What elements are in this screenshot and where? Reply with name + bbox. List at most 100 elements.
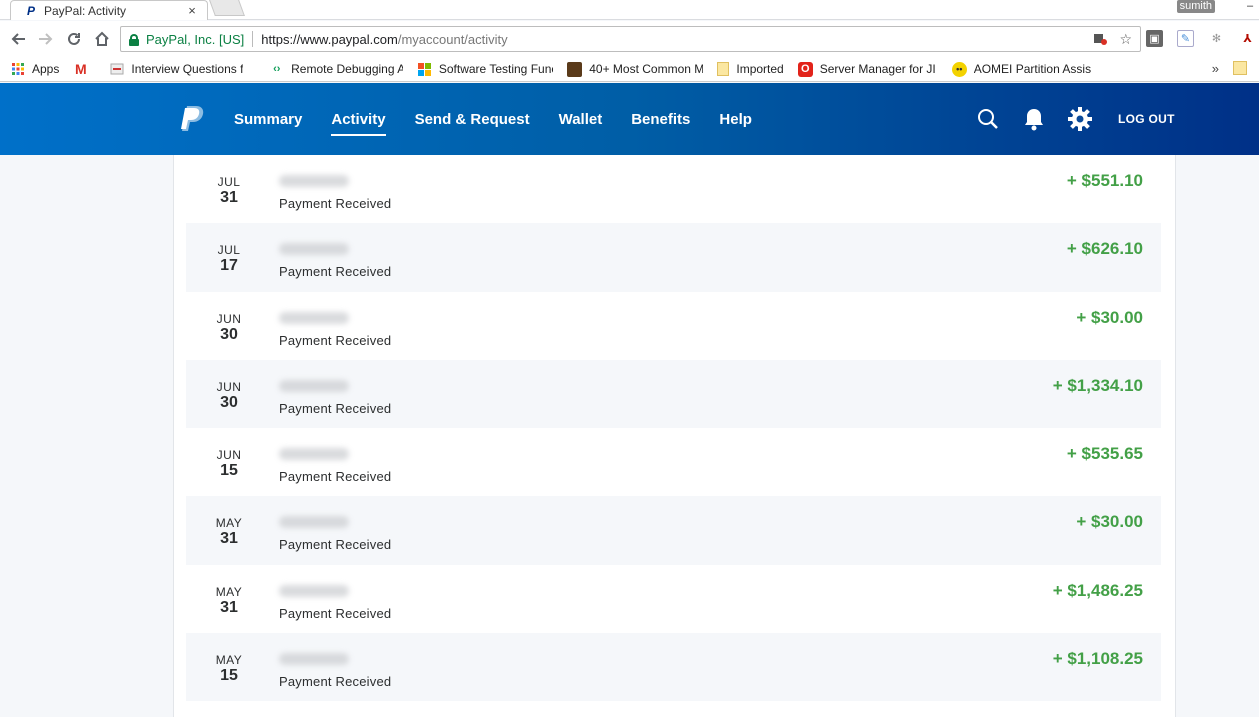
transaction-description: Payment Received (279, 264, 392, 280)
url-text: https://www.paypal.com/myaccount/activit… (261, 31, 508, 47)
blurred-payer-name (279, 175, 349, 187)
bookmark-remote-debugging[interactable]: ‹› Remote Debugging A (269, 59, 403, 79)
bookmarks-bar: Apps M Interview Questions f ‹› Remote D… (0, 57, 1259, 82)
aomei-icon: •• (951, 61, 967, 77)
blurred-payer-name (279, 448, 349, 461)
nav-activity[interactable]: Activity (331, 83, 386, 155)
transaction-row[interactable]: JUN 15 Payment Received + $535.65 (186, 428, 1161, 496)
nav-benefits[interactable]: Benefits (631, 83, 690, 155)
devtools-icon: ‹› (273, 63, 281, 75)
transaction-description: Payment Received (279, 196, 392, 211)
bookmark-aomei[interactable]: •• AOMEI Partition Assis (951, 59, 1092, 79)
nav-send-request[interactable]: Send & Request (415, 83, 530, 155)
extension-note-icon[interactable]: ✎ (1177, 30, 1194, 47)
bookmark-folder-imported[interactable]: Imported (717, 59, 784, 79)
transaction-date: MAY 31 (215, 584, 243, 616)
secure-lock-icon (129, 33, 139, 46)
transaction-amount: + $30.00 (1076, 512, 1143, 532)
bookmark-server-manager[interactable]: O Server Manager for JI (797, 59, 938, 79)
minimize-window-icon[interactable]: – (1241, 0, 1259, 12)
nav-help[interactable]: Help (719, 83, 752, 155)
transaction-description: Payment Received (279, 469, 392, 485)
browser-toolbar: PayPal, Inc. [US] https://www.paypal.com… (0, 21, 1259, 57)
transaction-row[interactable]: JUN 30 Payment Received + $30.00 (186, 292, 1161, 360)
transaction-amount: + $30.00 (1076, 307, 1143, 327)
bookmark-gmail[interactable]: M (73, 59, 95, 79)
address-divider (252, 31, 254, 47)
activity-panel: JUL 31 Payment Received + $551.10 JUL 17 P… (173, 155, 1176, 717)
transaction-row[interactable]: JUN 30 Payment Received + $1,334.10 (186, 359, 1161, 429)
oracle-icon: O (797, 61, 813, 77)
bookmark-interview-questions[interactable]: Interview Questions f (109, 59, 255, 79)
transaction-row[interactable]: MAY 31 Payment Received + $30.00 (186, 496, 1161, 565)
search-icon[interactable] (976, 107, 1000, 131)
site-icon (567, 61, 583, 77)
blurred-payer-name (279, 516, 349, 529)
other-bookmarks-folder-icon[interactable] (1233, 61, 1247, 75)
transaction-amount: + $1,108.25 (1052, 649, 1143, 669)
transaction-description: Payment Received (279, 332, 392, 348)
paypal-header: Summary Activity Send & Request Wallet B… (0, 83, 1259, 155)
page-icon (109, 62, 124, 77)
extension-puzzle-icon[interactable] (1093, 31, 1108, 48)
transaction-date: JUL 17 (217, 243, 241, 275)
more-bookmarks-chevron-icon[interactable]: » (1212, 61, 1219, 76)
extension-pocket-icon[interactable]: ▣ (1146, 30, 1163, 47)
transaction-date: MAY 31 (215, 516, 243, 548)
bookmark-star-icon[interactable]: ☆ (1119, 31, 1132, 48)
transaction-amount: + $1,334.10 (1052, 375, 1143, 395)
nav-summary[interactable]: Summary (234, 83, 302, 155)
windows-icon (417, 62, 432, 77)
transaction-description: Payment Received (279, 400, 392, 416)
close-tab-icon[interactable]: × (185, 3, 199, 18)
browser-tab-strip: P PayPal: Activity × sumith – (0, 0, 1259, 20)
profile-name[interactable]: sumith (1176, 0, 1215, 13)
back-arrow-icon[interactable] (6, 27, 30, 51)
notification-bell-icon[interactable] (1022, 107, 1046, 131)
paypal-main-nav: Summary Activity Send & Request Wallet B… (234, 83, 781, 155)
reload-icon[interactable] (62, 27, 86, 51)
transaction-list: JUL 31 Payment Received + $551.10 JUL 17 P… (186, 155, 1161, 702)
transaction-amount: + $1,486.25 (1052, 580, 1143, 600)
blurred-payer-name (279, 653, 349, 666)
blurred-payer-name (279, 311, 349, 324)
browser-tab[interactable]: P PayPal: Activity × (10, 0, 208, 20)
transaction-row[interactable]: MAY 15 Payment Received + $1,108.25 (186, 633, 1161, 702)
transaction-date: JUL 31 (217, 175, 241, 206)
new-tab-button[interactable] (209, 0, 245, 16)
ev-certificate-name: PayPal, Inc. [US] (146, 31, 245, 47)
transaction-description: Payment Received (279, 674, 392, 690)
paypal-logo-icon[interactable] (180, 105, 206, 133)
home-icon[interactable] (90, 27, 114, 51)
extension-acrobat-icon[interactable]: ⅄ (1239, 30, 1256, 47)
bookmark-software-testing[interactable]: Software Testing Func (417, 59, 553, 79)
address-bar[interactable]: PayPal, Inc. [US] https://www.paypal.com… (120, 26, 1141, 52)
bookmark-apps[interactable]: Apps (10, 59, 59, 79)
blurred-payer-name (279, 584, 349, 597)
blurred-payer-name (279, 379, 349, 392)
blurred-payer-name (279, 243, 349, 256)
transaction-date: JUN 15 (216, 448, 242, 480)
transaction-row[interactable]: MAY 31 Payment Received + $1,486.25 (186, 565, 1161, 633)
transaction-row[interactable]: JUL 31 Payment Received + $551.10 (186, 155, 1161, 223)
transaction-date: MAY 15 (215, 653, 243, 685)
transaction-description: Payment Received (279, 605, 392, 621)
nav-wallet[interactable]: Wallet (559, 83, 603, 155)
transaction-amount: + $626.10 (1066, 239, 1143, 259)
extension-snowflake-icon[interactable]: ✻ (1208, 30, 1225, 47)
tab-title: PayPal: Activity (44, 3, 127, 18)
forward-arrow-icon[interactable] (34, 27, 58, 51)
gmail-icon: M (75, 61, 87, 77)
transaction-date: JUN 30 (216, 379, 242, 411)
bookmark-40-most-common[interactable]: 40+ Most Common M (567, 59, 703, 79)
paypal-favicon-icon: P (26, 3, 35, 18)
transaction-description: Payment Received (279, 537, 392, 553)
logout-link[interactable]: LOG OUT (1118, 112, 1175, 126)
transaction-row[interactable]: JUL 17 Payment Received + $626.10 (186, 223, 1161, 292)
transaction-amount: + $535.65 (1066, 444, 1143, 464)
settings-gear-icon[interactable] (1068, 107, 1092, 131)
transaction-date: JUN 30 (216, 311, 242, 343)
folder-icon (717, 62, 730, 76)
transaction-amount: + $551.10 (1066, 171, 1143, 190)
apps-grid-icon (10, 62, 25, 77)
